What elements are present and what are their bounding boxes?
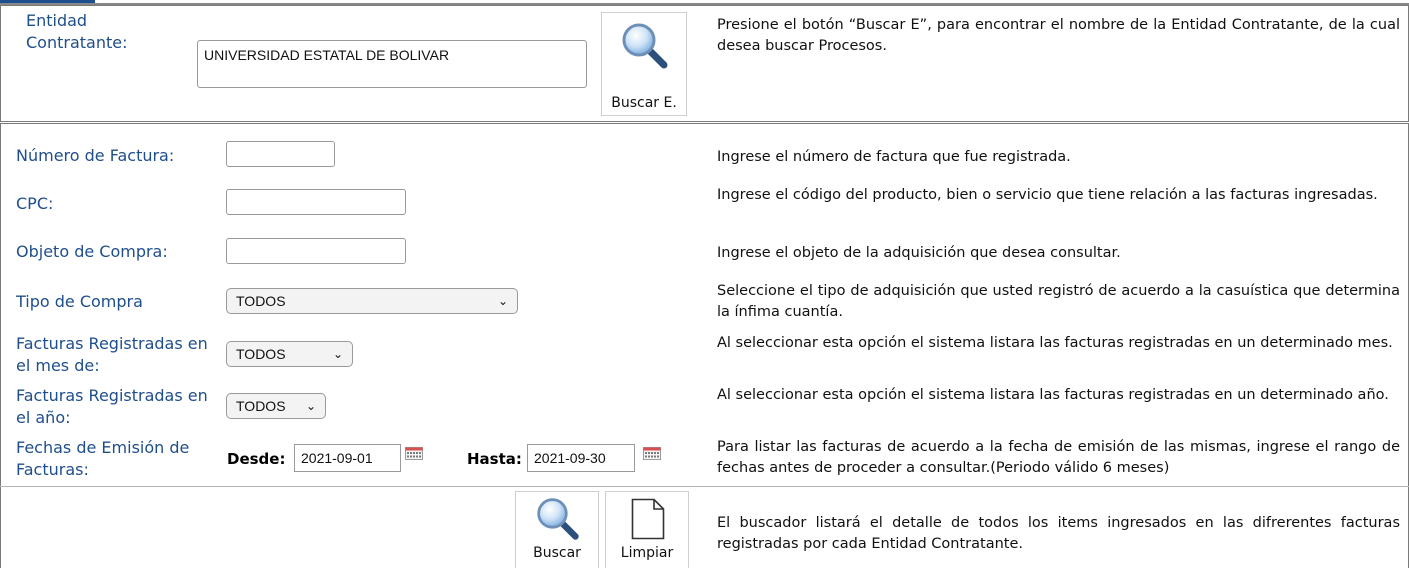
entity-field[interactable]: UNIVERSIDAD ESTATAL DE BOLIVAR: [197, 40, 587, 88]
cpc-help: Ingrese el código del producto, bien o s…: [717, 187, 1378, 203]
magnifier-icon: [537, 498, 579, 540]
purchase-object-input[interactable]: [226, 238, 406, 264]
purchase-type-label: Tipo de Compra: [16, 292, 143, 311]
cpc-input[interactable]: [226, 189, 406, 215]
clear-button-label: Limpiar: [620, 545, 674, 561]
invoice-number-help: Ingrese el número de factura que fue reg…: [717, 149, 1071, 165]
actions-help: El buscador listará el detalle de todos …: [717, 515, 1400, 552]
entity-help: Presione el botón “Buscar E”, para encon…: [717, 17, 1400, 54]
purchase-type-select[interactable]: TODOS ⌄: [226, 288, 518, 314]
chevron-down-icon: ⌄: [332, 347, 343, 361]
to-label: Hasta:: [467, 450, 522, 468]
year-label: Facturas Registradas en el año:: [16, 386, 208, 427]
invoice-number-input[interactable]: [226, 141, 335, 167]
dates-help: Para listar las facturas de acuerdo a la…: [717, 439, 1400, 476]
magnifier-icon: [622, 23, 668, 69]
blank-document-icon: [631, 498, 665, 540]
to-date-input[interactable]: 2021-09-30: [527, 444, 635, 472]
search-button[interactable]: Buscar: [515, 491, 599, 568]
year-help: Al seleccionar esta opción el sistema li…: [717, 387, 1389, 403]
calendar-icon[interactable]: [405, 447, 423, 460]
entity-label: Entidad Contratante:: [26, 11, 128, 52]
month-help: Al seleccionar esta opción el sistema li…: [717, 335, 1393, 351]
dates-label: Fechas de Emisión de Facturas:: [16, 438, 190, 479]
calendar-icon[interactable]: [643, 447, 661, 460]
purchase-type-value: TODOS: [236, 293, 286, 309]
cpc-label: CPC:: [16, 194, 54, 213]
search-entity-button[interactable]: Buscar E.: [601, 12, 687, 116]
purchase-type-help: Seleccione el tipo de adquisición que us…: [717, 283, 1400, 320]
from-date-input[interactable]: 2021-09-01: [294, 444, 401, 472]
clear-button[interactable]: Limpiar: [605, 491, 689, 568]
row-divider: [0, 486, 1409, 487]
purchase-object-help: Ingrese el objeto de la adquisición que …: [717, 245, 1121, 261]
search-button-label: Buscar: [533, 545, 581, 561]
invoice-number-label: Número de Factura:: [16, 146, 175, 165]
month-select[interactable]: TODOS ⌄: [226, 341, 353, 367]
year-value: TODOS: [236, 398, 286, 414]
search-entity-label: Buscar E.: [611, 95, 677, 111]
year-select[interactable]: TODOS ⌄: [226, 393, 326, 419]
month-label: Facturas Registradas en el mes de:: [16, 334, 208, 375]
purchase-object-label: Objeto de Compra:: [16, 242, 168, 261]
chevron-down-icon: ⌄: [497, 294, 508, 308]
from-label: Desde:: [227, 450, 286, 468]
month-value: TODOS: [236, 346, 286, 362]
chevron-down-icon: ⌄: [305, 399, 316, 413]
